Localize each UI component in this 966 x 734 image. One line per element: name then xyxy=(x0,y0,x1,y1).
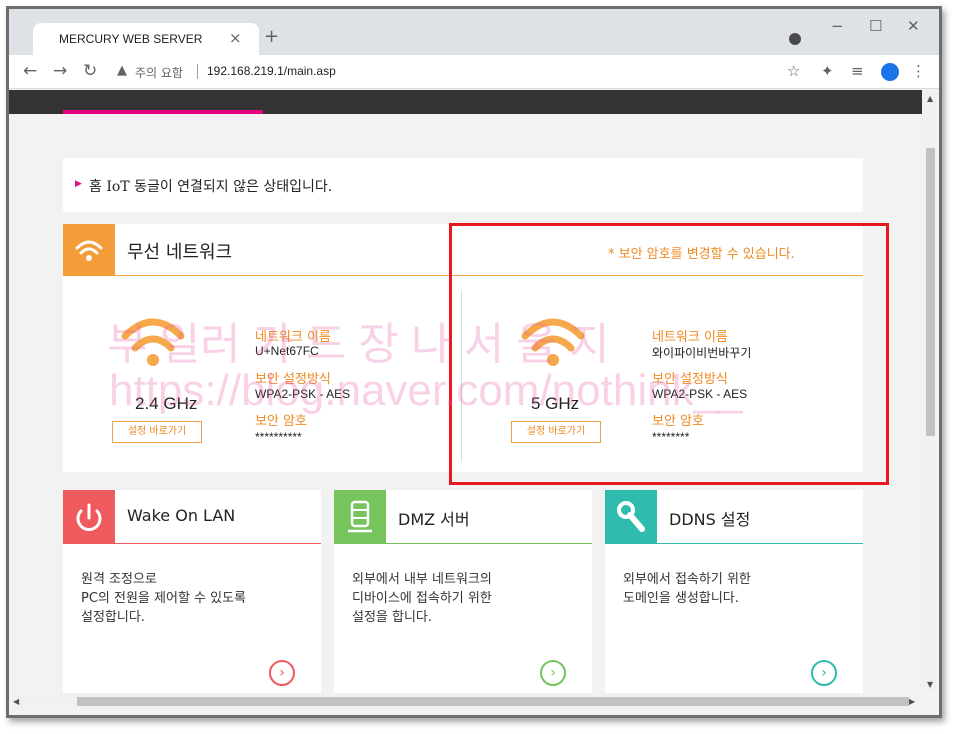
reload-icon[interactable]: ↻ xyxy=(83,61,97,81)
minimize-button[interactable]: − xyxy=(831,17,844,35)
scroll-left-arrow-icon[interactable]: ◀ xyxy=(13,697,19,706)
address-bar[interactable]: ▲ 주의 요함 192.168.219.1/main.asp xyxy=(113,61,803,83)
password-value: ********** xyxy=(255,430,302,444)
watermark-line-1: 부 일러 가 드 장 나 서 울 지 xyxy=(107,320,610,369)
go-arrow-icon[interactable]: › xyxy=(540,660,566,686)
maximize-button[interactable]: ☐ xyxy=(869,17,882,35)
close-window-button[interactable]: ✕ xyxy=(907,17,920,35)
tile-description: 외부에서 내부 네트워크의 디바이스에 접속하기 위한 설정을 합니다. xyxy=(352,570,492,627)
ddns-tile: DDNS 설정 외부에서 접속하기 위한 도메인을 생성합니다. › xyxy=(605,490,863,693)
tile-description: 외부에서 접속하기 위한 도메인을 생성합니다. xyxy=(623,570,751,608)
reading-list-icon[interactable]: ≡ xyxy=(851,62,864,80)
forward-icon[interactable]: → xyxy=(53,61,67,81)
media-indicator-icon[interactable] xyxy=(789,33,801,45)
tab-close-icon[interactable]: × xyxy=(229,29,242,47)
tile-header: DMZ 서버 xyxy=(334,490,592,544)
tab-title: MERCURY WEB SERVER xyxy=(59,32,203,46)
tab-strip: MERCURY WEB SERVER × + − ☐ ✕ xyxy=(9,9,939,55)
omnibox-separator xyxy=(197,64,198,79)
new-tab-button[interactable]: + xyxy=(264,26,279,47)
power-icon xyxy=(63,490,115,544)
horizontal-scrollbar[interactable]: ◀ ▶ xyxy=(9,693,922,710)
profile-avatar[interactable] xyxy=(881,63,899,81)
browser-toolbar: ← → ↻ ▲ 주의 요함 192.168.219.1/main.asp ☆ ✦… xyxy=(9,55,939,89)
menu-icon[interactable]: ⋮ xyxy=(911,62,926,80)
tile-description-line: PC의 전원을 제어할 수 있도록 xyxy=(81,591,247,606)
router-top-nav xyxy=(9,90,922,114)
database-icon xyxy=(334,490,386,544)
page-viewport: ▶ 홈 IoT 동글이 연결되지 않은 상태입니다. 무선 네트워크 * 보안 … xyxy=(9,90,922,693)
tile-description-line: 디바이스에 접속하기 위한 xyxy=(352,591,492,606)
vertical-scrollbar[interactable]: ▲ ▼ xyxy=(922,90,939,693)
tile-description: 원격 조정으로 PC의 전원을 제어할 수 있도록 설정합니다. xyxy=(81,570,246,627)
wrench-icon xyxy=(605,490,657,544)
go-arrow-icon[interactable]: › xyxy=(811,660,837,686)
scroll-down-arrow-icon[interactable]: ▼ xyxy=(927,680,933,689)
tile-description-line: 외부에서 접속하기 위한 xyxy=(623,572,751,587)
scroll-right-arrow-icon[interactable]: ▶ xyxy=(909,697,915,706)
tile-description-line: 도메인을 생성합니다. xyxy=(623,591,739,606)
notice-arrow-icon: ▶ xyxy=(75,179,82,189)
url-text[interactable]: 192.168.219.1/main.asp xyxy=(207,64,336,78)
vertical-scroll-thumb[interactable] xyxy=(926,148,935,436)
tile-description-line: 원격 조정으로 xyxy=(81,572,157,587)
browser-window: MERCURY WEB SERVER × + − ☐ ✕ ← → ↻ ▲ 주의 … xyxy=(6,6,942,718)
iot-notice-bar: ▶ 홈 IoT 동글이 연결되지 않은 상태입니다. xyxy=(63,158,863,212)
tile-title: DMZ 서버 xyxy=(398,510,470,529)
band-settings-link[interactable]: 설정 바로가기 xyxy=(112,421,202,443)
go-arrow-icon[interactable]: › xyxy=(269,660,295,686)
back-icon[interactable]: ← xyxy=(23,61,37,81)
bookmark-star-icon[interactable]: ☆ xyxy=(787,62,800,80)
wol-tile: Wake On LAN 원격 조정으로 PC의 전원을 제어할 수 있도록 설정… xyxy=(63,490,321,693)
tile-header: DDNS 설정 xyxy=(605,490,863,544)
watermark-line-2: https://blog.naver.com/nothink__ xyxy=(109,366,743,415)
extensions-icon[interactable]: ✦ xyxy=(821,62,834,80)
security-warning-label[interactable]: 주의 요함 xyxy=(135,64,183,81)
warning-icon[interactable]: ▲ xyxy=(117,63,127,78)
tile-description-line: 설정합니다. xyxy=(81,610,145,625)
horizontal-scroll-thumb[interactable] xyxy=(77,697,909,706)
active-nav-indicator xyxy=(63,110,263,114)
tile-description-line: 설정을 합니다. xyxy=(352,610,433,625)
dmz-tile: DMZ 서버 외부에서 내부 네트워크의 디바이스에 접속하기 위한 설정을 합… xyxy=(334,490,592,693)
tile-header: Wake On LAN xyxy=(63,490,321,544)
tile-title: DDNS 설정 xyxy=(669,510,751,529)
tile-title: Wake On LAN xyxy=(127,506,236,525)
tile-description-line: 외부에서 내부 네트워크의 xyxy=(352,572,492,587)
scroll-up-arrow-icon[interactable]: ▲ xyxy=(927,94,933,103)
browser-tab[interactable]: MERCURY WEB SERVER × xyxy=(33,23,259,55)
iot-notice-text: 홈 IoT 동글이 연결되지 않은 상태입니다. xyxy=(89,179,333,195)
